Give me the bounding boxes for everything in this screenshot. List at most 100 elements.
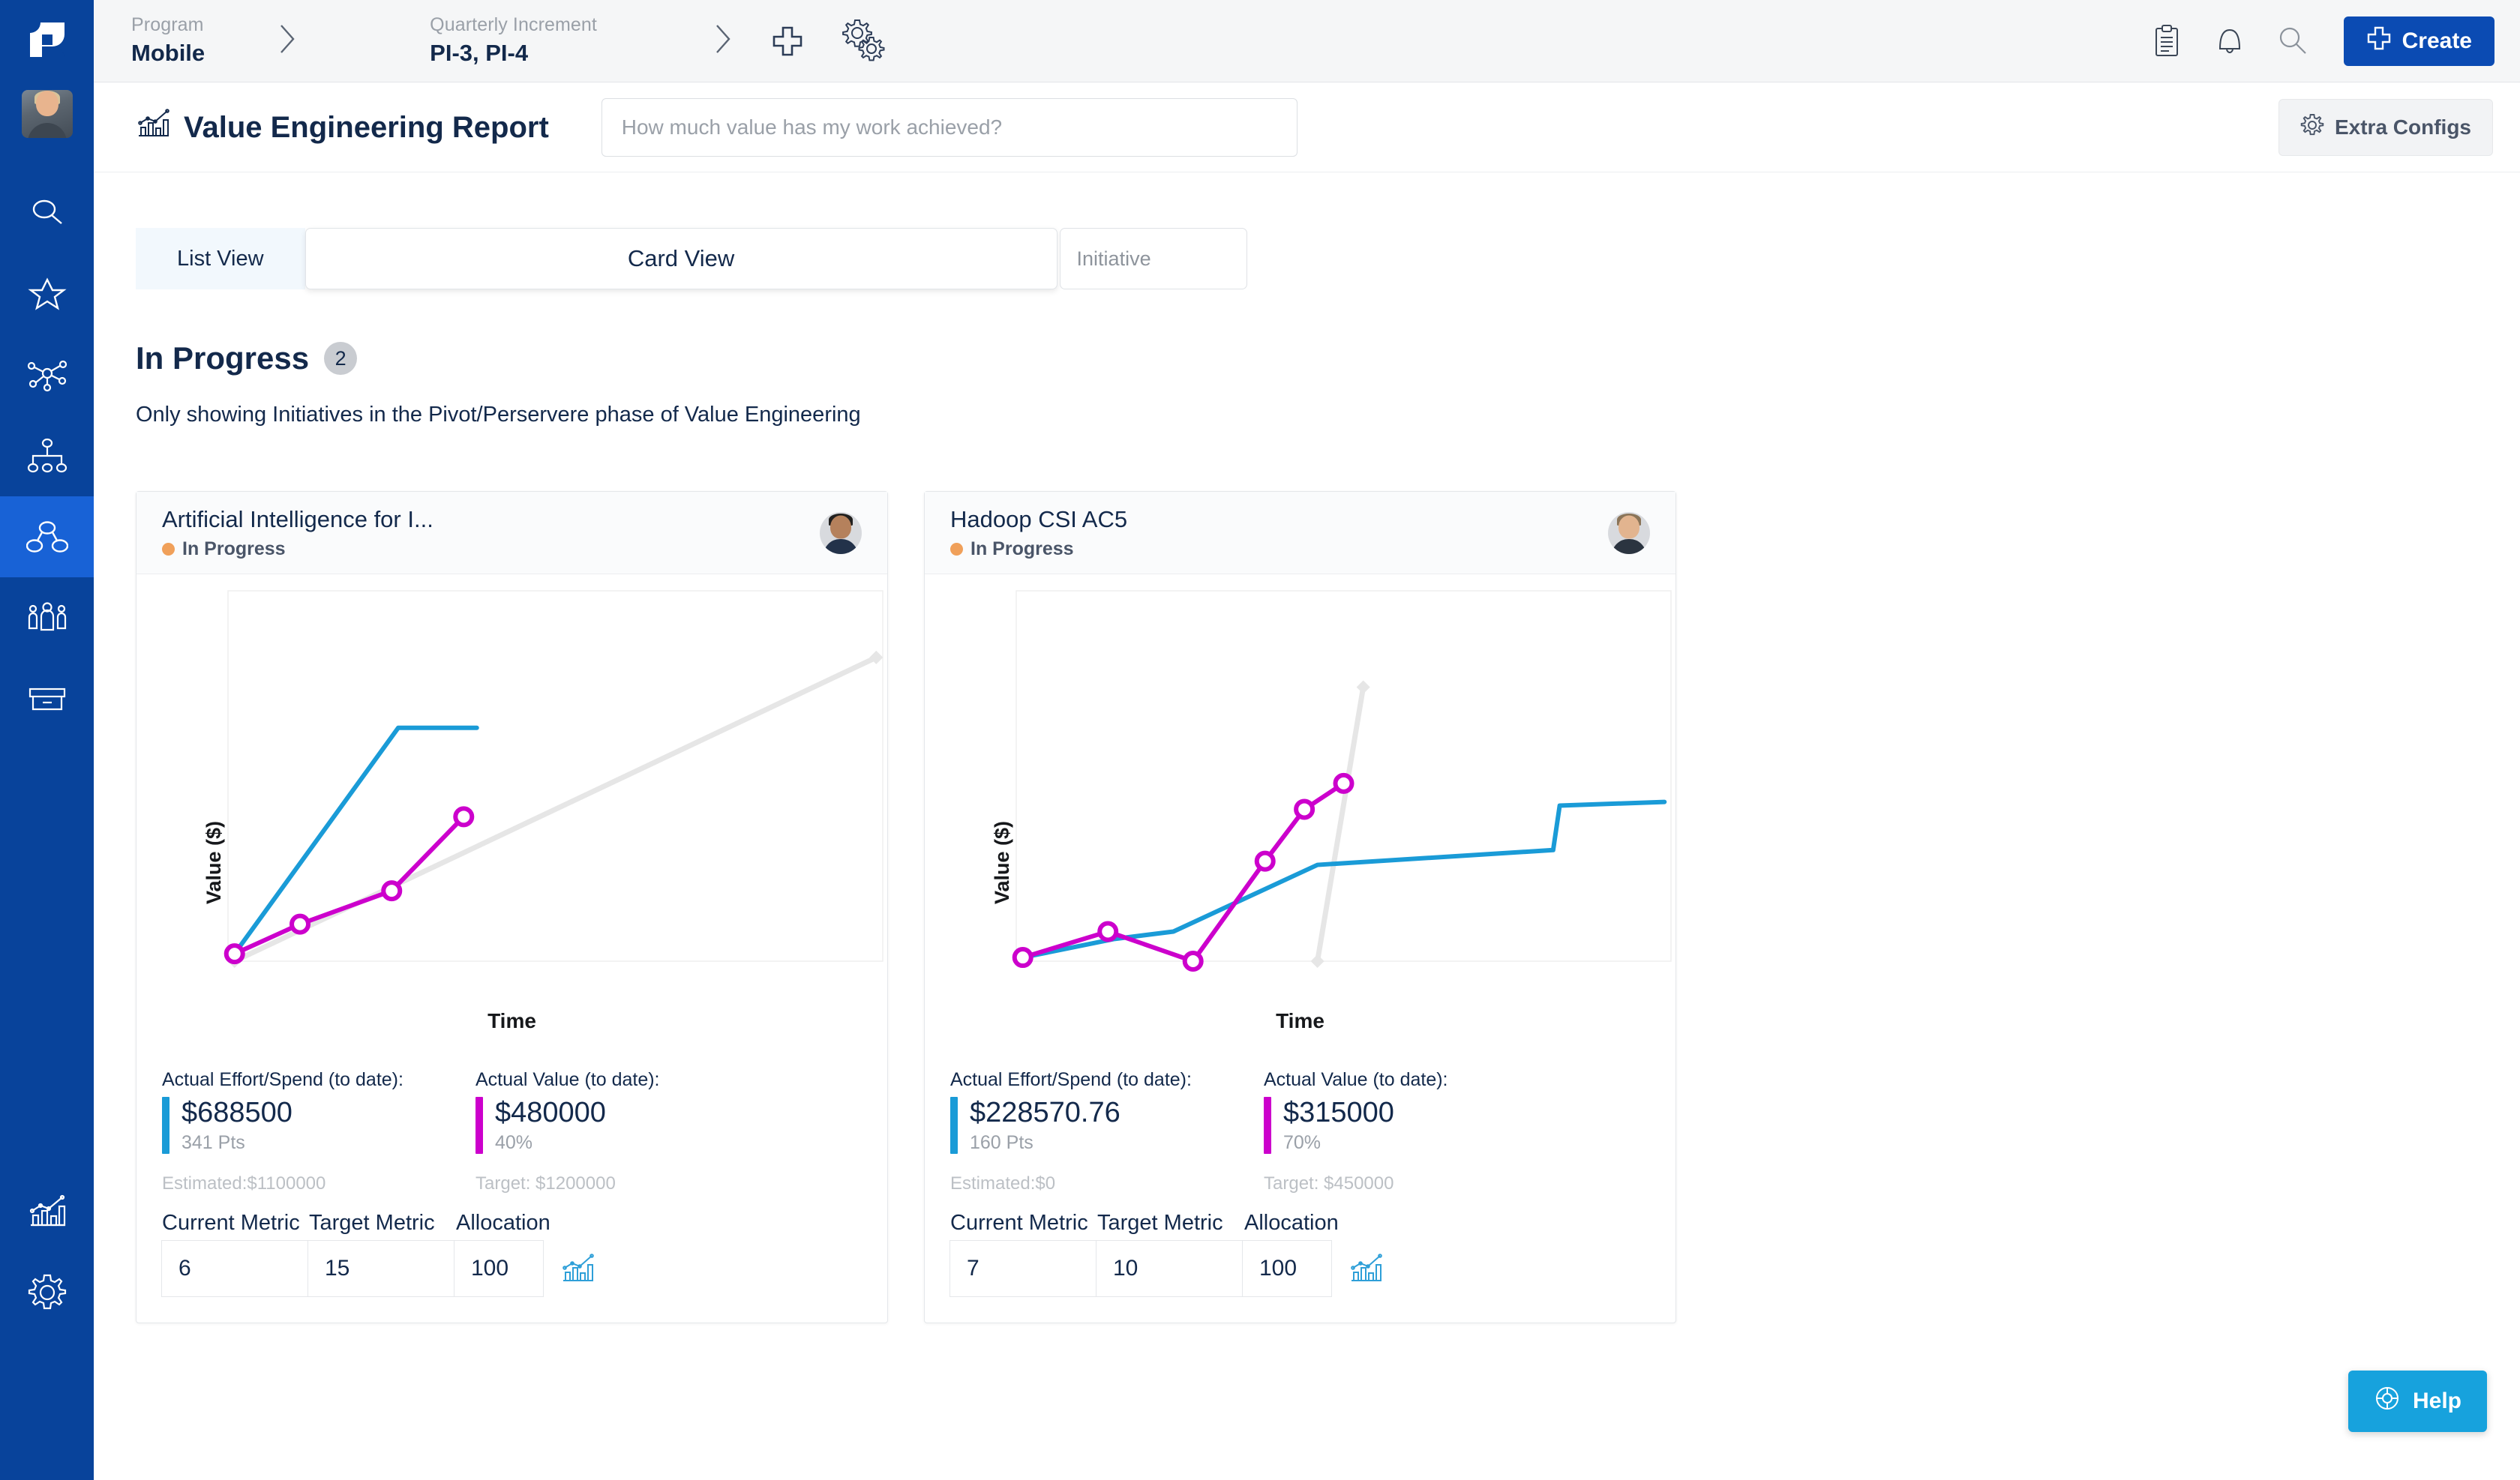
kpi-value-footer: Target: $450000	[1264, 1173, 1394, 1194]
initiative-card[interactable]: Hadoop CSI AC5 In Progress Value ($) Tim…	[924, 491, 1676, 1323]
metric-header-allocation: Allocation	[456, 1210, 550, 1235]
initiative-card[interactable]: Artificial Intelligence for I... In Prog…	[136, 491, 888, 1323]
clipboard-icon[interactable]	[2135, 23, 2198, 59]
chart-report-icon	[136, 107, 170, 148]
avatar-face	[830, 515, 851, 539]
kpi-effort-value: $688500	[182, 1097, 292, 1128]
kpi-value-bar	[476, 1097, 483, 1154]
create-button-label: Create	[2402, 28, 2472, 53]
sidebar-item-people[interactable]	[0, 577, 94, 658]
sidebar-item-favorites[interactable]	[0, 253, 94, 334]
extra-configs-button[interactable]: Extra Configs	[2278, 99, 2493, 156]
app-root: Program Mobile Quarterly Increment PI-3,…	[0, 0, 2520, 1480]
chart-x-axis-label: Time	[1276, 1009, 1324, 1032]
box-icon	[26, 681, 68, 717]
section-subtitle: Only showing Initiatives in the Pivot/Pe…	[136, 403, 861, 427]
card-title-block: Hadoop CSI AC5 In Progress	[950, 505, 1127, 561]
status-dot-icon	[162, 543, 175, 556]
help-button-label: Help	[2412, 1389, 2462, 1413]
cards-container: Artificial Intelligence for I... In Prog…	[136, 491, 1676, 1323]
sidebar-item-teams[interactable]	[0, 496, 94, 577]
metric-allocation-input[interactable]: 100	[454, 1239, 544, 1297]
card-status: In Progress	[950, 538, 1127, 560]
kpi-value-bar	[1264, 1097, 1271, 1154]
kpi-effort-label: Actual Effort/Spend (to date):	[162, 1069, 404, 1090]
main-content: List View Card View In Progress 2 Only s…	[94, 173, 2520, 1480]
ask-question-input[interactable]	[602, 115, 1297, 139]
metric-target-input[interactable]: 15	[308, 1239, 454, 1297]
kpi-effort-value: $228570.76	[970, 1097, 1120, 1128]
star-icon	[27, 274, 67, 313]
sidebar-item-search[interactable]	[0, 172, 94, 253]
mini-chart-icon[interactable]	[560, 1252, 595, 1285]
sidebar-item-hierarchy[interactable]	[0, 415, 94, 496]
gears-icon[interactable]	[838, 18, 886, 64]
avatar-body	[824, 538, 858, 554]
search-icon[interactable]	[2261, 23, 2324, 59]
metric-allocation-input[interactable]: 100	[1242, 1239, 1332, 1297]
bell-icon[interactable]	[2198, 23, 2261, 59]
metric-header-current: Current Metric	[950, 1210, 1088, 1235]
kpi-value-sub: 70%	[1283, 1131, 1322, 1153]
breadcrumb-program[interactable]: Program Mobile	[131, 13, 205, 68]
sidebar-item-settings[interactable]	[0, 1252, 94, 1333]
chevron-right-icon	[274, 19, 301, 62]
metric-header-allocation: Allocation	[1244, 1210, 1339, 1235]
tab-card-view[interactable]: Card View	[304, 228, 1058, 289]
chart-plot-1	[1012, 590, 1672, 972]
value-chart: Value ($) Time	[925, 574, 1676, 1062]
avatar-face	[1618, 515, 1640, 539]
mini-chart-icon[interactable]	[1348, 1252, 1383, 1285]
card-header: Hadoop CSI AC5 In Progress	[925, 492, 1676, 574]
view-tabs: List View Card View	[136, 228, 1247, 289]
metrics-headers: Current Metric Target Metric Allocation	[162, 1211, 862, 1236]
extra-configs-label: Extra Configs	[2334, 115, 2471, 139]
gear-icon	[27, 1272, 68, 1313]
metric-header-target: Target Metric	[309, 1210, 435, 1235]
status-dot-icon	[950, 543, 963, 556]
metric-current-input[interactable]: 6	[161, 1239, 308, 1297]
hierarchy-icon	[26, 436, 68, 475]
card-status-label: In Progress	[970, 538, 1074, 560]
plus-icon	[2366, 25, 2392, 57]
initiative-filter[interactable]	[1059, 228, 1247, 289]
top-bar: Program Mobile Quarterly Increment PI-3,…	[94, 0, 2520, 82]
help-button[interactable]: Help	[2348, 1371, 2487, 1432]
card-metrics: Current Metric Target Metric Allocation …	[136, 1211, 887, 1323]
kpi-effort-footer: Estimated:$0	[950, 1173, 1056, 1194]
metric-current-input[interactable]: 7	[950, 1239, 1096, 1297]
plus-icon[interactable]	[770, 23, 806, 59]
initiative-filter-input[interactable]	[1060, 247, 1246, 271]
gear-icon	[2300, 113, 2324, 142]
user-avatar[interactable]	[21, 90, 73, 138]
kpi-value-sub: 40%	[495, 1131, 533, 1153]
card-owner-avatar[interactable]	[1608, 511, 1650, 554]
kpi-effort: Actual Effort/Spend (to date): $688500 3…	[162, 1069, 476, 1194]
card-title: Hadoop CSI AC5	[950, 505, 1128, 532]
kpi-value-label: Actual Value (to date):	[1264, 1069, 1448, 1090]
section-count-badge: 2	[324, 342, 358, 375]
sidebar-item-analytics[interactable]	[0, 1171, 94, 1252]
logo-icon[interactable]	[0, 16, 94, 63]
card-kpis: Actual Effort/Spend (to date): $228570.7…	[925, 1069, 1676, 1194]
people-icon	[26, 598, 69, 637]
ask-question-box[interactable]	[601, 98, 1298, 157]
kpi-effort-label: Actual Effort/Spend (to date):	[950, 1069, 1192, 1090]
breadcrumb-increment[interactable]: Quarterly Increment PI-3, PI-4	[430, 13, 597, 68]
tab-list-view-label: List View	[177, 246, 264, 271]
sidebar-item-network[interactable]	[0, 334, 94, 415]
card-owner-avatar[interactable]	[820, 511, 862, 554]
tab-list-view[interactable]: List View	[136, 228, 305, 289]
value-chart: Value ($) Time	[136, 574, 887, 1062]
card-status-label: In Progress	[182, 538, 286, 560]
tab-card-view-label: Card View	[627, 245, 735, 271]
left-sidebar	[0, 0, 94, 1480]
sidebar-item-backlog[interactable]	[0, 658, 94, 739]
search-icon	[28, 193, 67, 232]
metric-target-input[interactable]: 10	[1096, 1239, 1243, 1297]
create-button[interactable]: Create	[2343, 16, 2494, 66]
avatar-face	[35, 90, 58, 116]
metric-header-current: Current Metric	[162, 1210, 300, 1235]
sidebar-bottom-nav	[0, 1171, 94, 1480]
page-header: Value Engineering Report Extra Configs	[94, 83, 2520, 172]
